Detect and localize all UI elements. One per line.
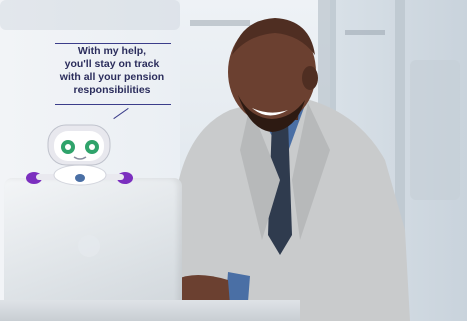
laptop-logo bbox=[78, 235, 100, 257]
robot-mascot-icon bbox=[26, 124, 133, 186]
speech-line: you'll stay on track bbox=[64, 58, 160, 70]
laptop-base bbox=[0, 300, 300, 321]
hero-image: With my help, you'll stay on track with … bbox=[0, 0, 467, 321]
speech-line: responsibilities bbox=[73, 84, 151, 96]
speech-line: with all your pension bbox=[59, 71, 165, 83]
speech-divider-top bbox=[55, 43, 171, 44]
speech-bubble-text: With my help, you'll stay on track with … bbox=[52, 45, 172, 97]
speech-divider-bottom bbox=[55, 104, 171, 105]
speech-line: With my help, bbox=[77, 45, 147, 57]
